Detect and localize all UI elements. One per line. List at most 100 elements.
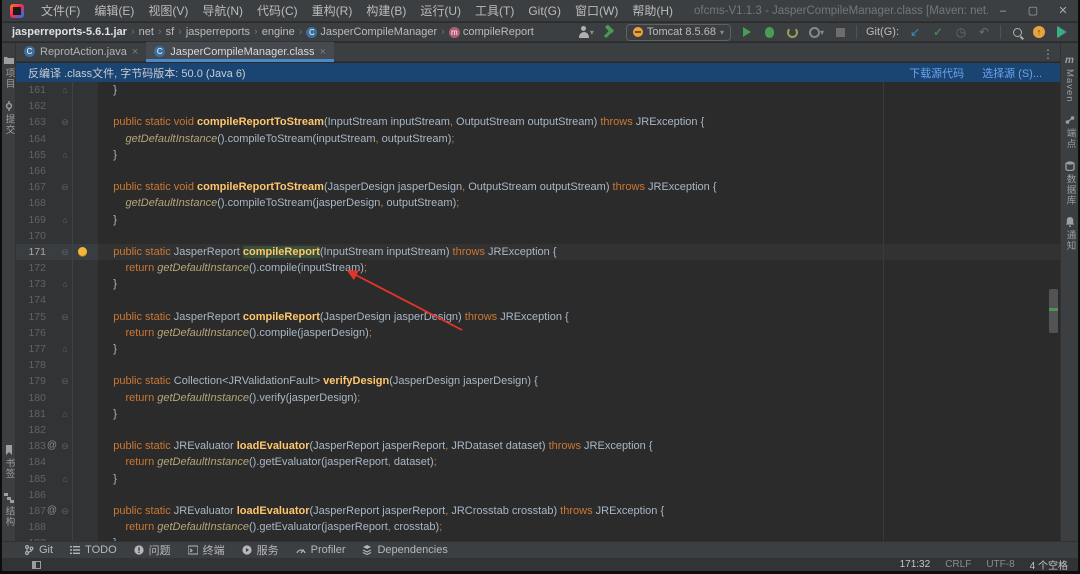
stripe-item-project[interactable]: 项目 xyxy=(2,55,16,89)
editor-gutter[interactable]: 174 xyxy=(16,292,98,309)
fold-marker-icon[interactable]: ⊖ xyxy=(58,244,72,260)
code-line[interactable]: 187 @ ⊖ public static JREvaluator loadEval… xyxy=(16,502,1060,520)
stripe-item-commit[interactable]: 提交 xyxy=(2,101,16,135)
editor-gutter[interactable]: 177 ⌂ xyxy=(16,341,98,358)
line-number[interactable]: 169 xyxy=(16,212,46,228)
fold-marker-icon[interactable]: ⊖ xyxy=(58,373,72,389)
line-number[interactable]: 174 xyxy=(16,292,46,308)
toolwindow-layout-icon[interactable] xyxy=(32,560,41,569)
fold-marker-icon[interactable]: ⌂ xyxy=(58,212,72,228)
code-line[interactable]: 163 ⊖ public static void compileReportToS… xyxy=(16,114,1060,131)
editor-gutter[interactable]: 175 ⊖ xyxy=(16,308,98,325)
code-line[interactable]: 180 return getDefaultInstance().verify(j… xyxy=(16,389,1060,406)
fold-marker-icon[interactable]: ⊖ xyxy=(58,114,72,130)
menubar-item[interactable]: Git(G) xyxy=(521,4,568,18)
menubar-item[interactable]: 窗口(W) xyxy=(568,4,625,18)
fold-marker-icon[interactable]: ⊖ xyxy=(58,503,72,519)
code-line[interactable]: 171 ⊖ public static JasperReport compileR… xyxy=(16,243,1060,261)
download-sources-link[interactable]: 下载源代码 xyxy=(909,65,964,81)
code-line[interactable]: 176 return getDefaultInstance().compile(… xyxy=(16,324,1060,341)
fold-marker-icon[interactable]: ⊖ xyxy=(58,309,72,325)
stripe-item-structure[interactable]: 结构 xyxy=(2,493,16,527)
editor-gutter[interactable]: 188 xyxy=(16,519,98,536)
line-number[interactable]: 173 xyxy=(16,276,46,292)
toolwindow-button-dependencies[interactable]: Dependencies xyxy=(362,544,448,556)
maximize-button[interactable]: ▢ xyxy=(1018,0,1048,22)
code-line[interactable]: 161 ⌂ } xyxy=(16,82,1060,99)
vcs-update-button[interactable]: ↙ xyxy=(908,24,922,40)
stripe-item-notifications[interactable]: 通知 xyxy=(1063,217,1077,251)
debug-button[interactable] xyxy=(763,24,777,40)
stripe-item-bookmarks[interactable]: 书签 xyxy=(2,445,16,479)
menubar-item[interactable]: 视图(V) xyxy=(141,4,195,18)
code-line[interactable]: 182 xyxy=(16,421,1060,439)
line-number[interactable]: 181 xyxy=(16,406,46,422)
line-number[interactable]: 179 xyxy=(16,373,46,389)
code-line[interactable]: 165 ⌂ } xyxy=(16,146,1060,163)
fold-marker-icon[interactable]: ⊖ xyxy=(58,438,72,454)
editor-gutter[interactable]: 179 ⊖ xyxy=(16,373,98,390)
line-number[interactable]: 163 xyxy=(16,114,46,130)
stripe-item-endpoints[interactable]: 端点 xyxy=(1063,115,1077,149)
code-line[interactable]: 178 xyxy=(16,357,1060,374)
editor-gutter[interactable]: 172 xyxy=(16,260,98,277)
editor-gutter[interactable]: 182 xyxy=(16,421,98,439)
editor-gutter[interactable]: 168 xyxy=(16,195,98,212)
toolwindow-button-git[interactable]: Git xyxy=(24,544,53,556)
line-number[interactable]: 165 xyxy=(16,147,46,163)
menubar-item[interactable]: 代码(C) xyxy=(250,4,305,18)
editor-gutter[interactable]: 178 xyxy=(16,357,98,374)
fold-marker-icon[interactable]: ⌂ xyxy=(58,471,72,487)
menubar-item[interactable]: 构建(B) xyxy=(359,4,413,18)
code-line[interactable]: 181 ⌂ } xyxy=(16,405,1060,422)
run-configuration-select[interactable]: Tomcat 8.5.68 ▾ xyxy=(625,23,731,41)
editor-gutter[interactable]: 187 @ ⊖ xyxy=(16,502,98,520)
breadcrumb-item[interactable]: jasperreports-5.6.1.jar xyxy=(12,26,127,38)
code-line[interactable]: 188 return getDefaultInstance().getEvalu… xyxy=(16,519,1060,536)
line-number[interactable]: 188 xyxy=(16,519,46,535)
menubar-item[interactable]: 帮助(H) xyxy=(625,4,680,18)
intention-bulb-icon[interactable] xyxy=(78,247,87,257)
code-with-me-button[interactable] xyxy=(1054,24,1068,40)
ide-update-badge[interactable]: ↑ xyxy=(1033,26,1045,38)
code-line[interactable]: 183 @ ⊖ public static JREvaluator loadEval… xyxy=(16,438,1060,455)
editor-gutter[interactable]: 163 ⊖ xyxy=(16,114,98,131)
editor-gutter[interactable]: 171 ⊖ xyxy=(16,243,98,261)
fold-marker-icon[interactable]: ⌂ xyxy=(58,82,72,98)
code-line[interactable]: 174 xyxy=(16,292,1060,309)
code-line[interactable]: 173 ⌂ } xyxy=(16,276,1060,293)
menubar-item[interactable]: 导航(N) xyxy=(195,4,250,18)
editor-gutter[interactable]: 161 ⌂ xyxy=(16,82,98,99)
code-line[interactable]: 184 return getDefaultInstance().getEvalu… xyxy=(16,454,1060,471)
editor-gutter[interactable]: 164 xyxy=(16,130,98,147)
line-number[interactable]: 172 xyxy=(16,260,46,276)
indent-widget[interactable]: 4 个空格 xyxy=(1030,557,1068,571)
breadcrumb-item[interactable]: m compileReport xyxy=(448,26,534,38)
code-line[interactable]: 169 ⌂ } xyxy=(16,211,1060,228)
build-project-button[interactable] xyxy=(603,24,617,40)
code-line[interactable]: 168 getDefaultInstance().compileToStream… xyxy=(16,195,1060,212)
menubar-item[interactable]: 编辑(E) xyxy=(87,4,141,18)
editor-tab[interactable]: C JasperCompileManager.class × xyxy=(146,42,334,62)
line-number[interactable]: 175 xyxy=(16,309,46,325)
code-line[interactable]: 162 xyxy=(16,98,1060,115)
menubar-item[interactable]: 重构(R) xyxy=(305,4,360,18)
line-number[interactable]: 184 xyxy=(16,454,46,470)
toolwindow-button-todo[interactable]: TODO xyxy=(70,544,117,556)
encoding-widget[interactable]: UTF-8 xyxy=(986,559,1014,570)
stripe-item-maven[interactable]: m Maven xyxy=(1064,55,1075,103)
coverage-button[interactable] xyxy=(786,24,800,40)
code-line[interactable]: 175 ⊖ public static JasperReport compileR… xyxy=(16,308,1060,325)
choose-sources-link[interactable]: 选择源 (S)... xyxy=(982,65,1042,81)
fold-marker-icon[interactable]: ⌂ xyxy=(58,341,72,357)
user-profile-button[interactable]: ▾ xyxy=(578,24,594,40)
menubar-item[interactable]: 文件(F) xyxy=(34,4,87,18)
editor-gutter[interactable]: 176 xyxy=(16,324,98,341)
code-line[interactable]: 185 ⌂ } xyxy=(16,470,1060,487)
breadcrumb-item[interactable]: C JasperCompileManager xyxy=(306,26,437,38)
editor-gutter[interactable]: 180 xyxy=(16,389,98,406)
code-line[interactable]: 170 xyxy=(16,227,1060,244)
line-number[interactable]: 186 xyxy=(16,487,46,503)
code-line[interactable]: 167 ⊖ public static void compileReportToS… xyxy=(16,179,1060,196)
breadcrumb-item[interactable]: sf xyxy=(166,26,175,38)
